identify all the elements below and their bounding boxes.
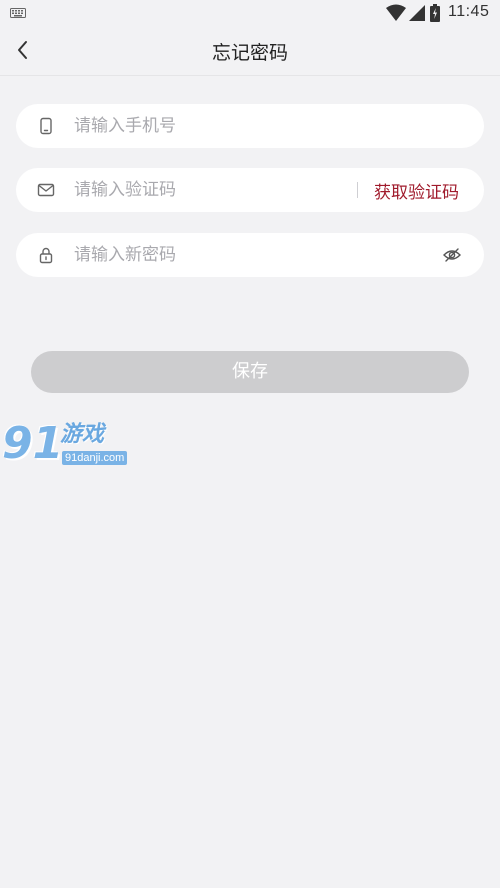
get-code-button[interactable]: 获取验证码 [374,178,459,203]
phone-field-container [16,104,484,148]
lock-icon [39,247,53,264]
nav-bar: 忘记密码 [0,26,500,76]
status-time: 11:45 [448,3,490,20]
watermark-number: 91 [2,418,64,469]
battery-icon [430,4,440,22]
new-password-input[interactable] [74,233,334,277]
status-bar: 11:45 [0,0,500,26]
code-field-container: 获取验证码 [16,168,484,212]
watermark-name: 游戏 [60,422,105,447]
verification-code-input[interactable] [74,168,334,212]
password-field-container [16,233,484,277]
divider [357,182,358,198]
wifi-icon [386,4,406,21]
keyboard-icon [10,8,26,18]
page-title: 忘记密码 [211,42,288,64]
mail-icon [37,183,55,197]
watermark-url: 91danji.com [62,451,128,465]
phone-input[interactable] [74,104,334,148]
cellular-signal-icon [409,5,425,21]
phone-icon [40,117,52,135]
save-button[interactable]: 保存 [31,351,469,393]
watermark-logo: 91 游戏 91danji.com [2,418,128,470]
eye-off-icon[interactable] [442,245,462,265]
